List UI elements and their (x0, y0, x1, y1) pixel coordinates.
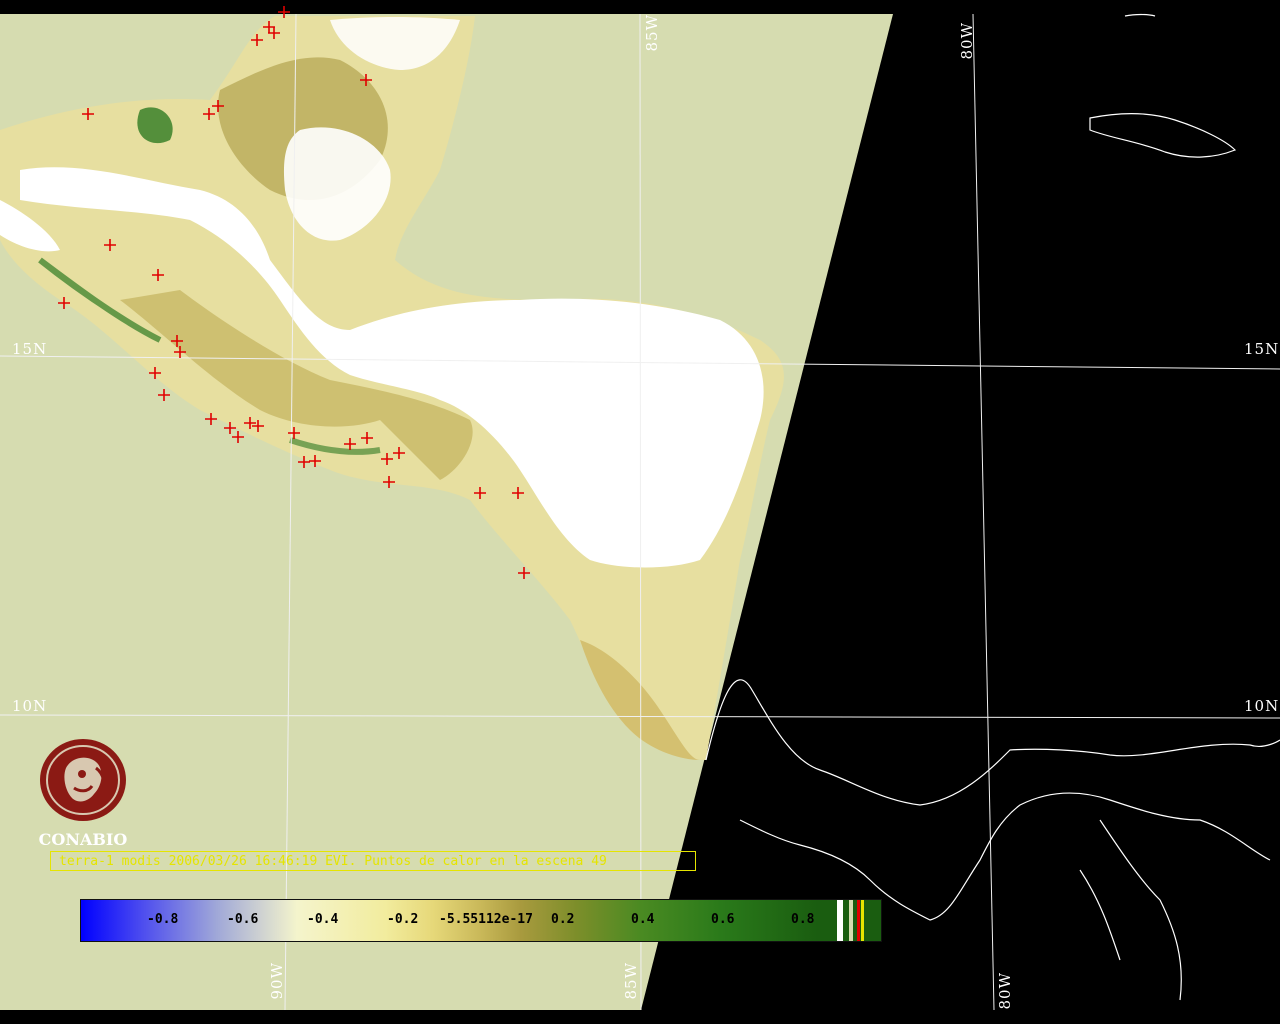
colorbar-tick: -0.8 (147, 912, 179, 927)
colorbar-coast-swatch (861, 900, 864, 941)
lat-label-15n-right: 15N (1244, 340, 1280, 358)
colorbar-cloud-swatch (837, 900, 843, 941)
scene-caption: terra-1 modis 2006/03/26 16:46:19 EVI. P… (50, 851, 696, 871)
conabio-logo: CONABIO (36, 738, 130, 849)
colorbar-tick: 0.2 (551, 912, 575, 927)
evi-color-scale: -0.8 -0.6 -0.4 -0.2 -5.55112e-17 0.2 0.4… (80, 899, 882, 942)
colorbar-tick: -0.6 (227, 912, 259, 927)
colorbar-tick: -0.4 (307, 912, 339, 927)
lon-label-90w-bottom: 90W (268, 962, 286, 1000)
colorbar-tick: 0.6 (711, 912, 735, 927)
colorbar-land-swatch (849, 900, 853, 941)
conabio-logo-icon (40, 739, 126, 821)
colorbar-tick: -5.55112e-17 (439, 912, 533, 927)
lat-label-15n-left: 15N (12, 340, 48, 358)
logo-wordmark: CONABIO (38, 830, 128, 849)
colorbar-tick: 0.8 (791, 912, 815, 927)
lat-label-10n-left: 10N (12, 697, 48, 715)
lat-label-10n-right: 10N (1244, 697, 1280, 715)
lon-label-80w-bottom: 80W (996, 972, 1014, 1010)
lon-label-85w-bottom: 85W (622, 962, 640, 1000)
colorbar-tick: -0.2 (387, 912, 419, 927)
colorbar-fire-swatch (857, 900, 860, 941)
lon-label-85w-top: 85W (643, 14, 661, 52)
colorbar-tick: 0.4 (631, 912, 655, 927)
lon-label-80w-top: 80W (958, 22, 976, 60)
